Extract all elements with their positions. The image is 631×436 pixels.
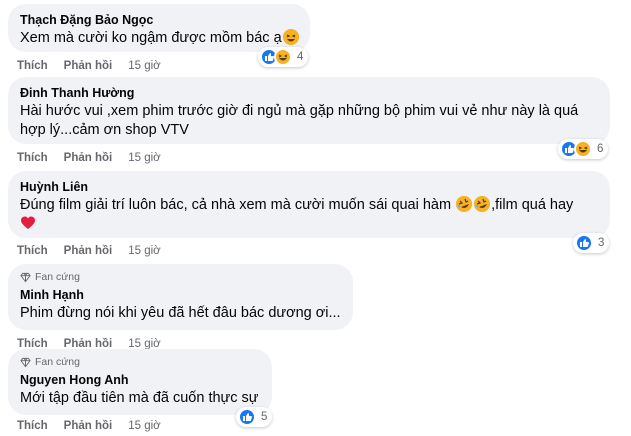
comment-author[interactable]: Thạch Đặng Bảo Ngọc xyxy=(20,12,298,28)
comment-author[interactable]: Huỳnh Liên xyxy=(20,179,598,195)
rolling-laugh-emoji-icon xyxy=(474,196,491,212)
rolling-laugh-emoji-icon xyxy=(456,196,473,212)
comment-author[interactable]: Minh Hạnh xyxy=(20,287,341,303)
comment-bubble: Fan cứng Minh Hạnh Phim đừng nói khi yêu… xyxy=(8,264,353,330)
comment: Fan cứng Minh Hạnh Phim đừng nói khi yêu… xyxy=(8,264,353,330)
comment-timestamp[interactable]: 15 giờ xyxy=(128,152,160,164)
haha-reaction-icon xyxy=(274,48,292,66)
like-reaction-icon xyxy=(575,234,593,252)
comment-actions: Thích Phản hồi 15 giờ xyxy=(17,60,161,72)
reaction-summary[interactable]: 5 xyxy=(236,407,273,427)
comment-text-line: hợp lý...cảm ơn shop VTV xyxy=(20,122,189,138)
haha-reaction-icon xyxy=(574,140,592,158)
comment-author[interactable]: Nguyen Hong Anh xyxy=(20,372,260,388)
like-button[interactable]: Thích xyxy=(17,245,48,257)
fan-badge-label: Fan cứng xyxy=(35,271,80,283)
comment: Fan cứng Nguyen Hong Anh Mới tập đầu tiê… xyxy=(8,349,273,427)
comment-text: Phim đừng nói khi yêu đã hết đâu bác dươ… xyxy=(20,305,341,321)
comment-text-line xyxy=(20,215,598,234)
red-heart-emoji-icon xyxy=(20,215,36,231)
comment-actions: Thích Phản hồi 15 giờ xyxy=(17,245,161,257)
reaction-summary[interactable]: 6 xyxy=(558,139,609,159)
like-button[interactable]: Thích xyxy=(17,420,48,432)
reaction-count: 4 xyxy=(297,51,304,63)
like-button[interactable]: Thích xyxy=(17,60,48,72)
reply-button[interactable]: Phản hồi xyxy=(64,152,113,164)
comment-bubble: Huỳnh Liên Đúng film giải trí luôn bác, … xyxy=(8,171,610,238)
comment: Đinh Thanh Hường Hài hước vui ,xem phim … xyxy=(8,77,610,159)
comment-timestamp[interactable]: 15 giờ xyxy=(128,420,160,432)
comment-author[interactable]: Đinh Thanh Hường xyxy=(20,85,598,101)
comment-timestamp[interactable]: 15 giờ xyxy=(128,245,160,257)
laughing-emoji-icon xyxy=(282,29,299,45)
diamond-icon xyxy=(20,272,31,282)
reply-button[interactable]: Phản hồi xyxy=(64,60,113,72)
reaction-summary[interactable]: 4 xyxy=(258,47,309,67)
reaction-count: 3 xyxy=(598,237,605,249)
comment-text: Mới tập đầu tiên mà đã cuốn thực sự xyxy=(20,390,259,406)
comment: Thạch Đặng Bảo Ngọc Xem mà cười ko ngậm … xyxy=(8,4,310,67)
reaction-count: 5 xyxy=(261,411,268,423)
reply-button[interactable]: Phản hồi xyxy=(64,420,113,432)
comment-timestamp[interactable]: 15 giờ xyxy=(128,60,160,72)
diamond-icon xyxy=(20,357,31,367)
comment-text: Đúng film giải trí luôn bác, cả nhà xem … xyxy=(20,196,574,213)
comment-actions: Thích Phản hồi 15 giờ xyxy=(17,152,161,164)
fan-badge-label: Fan cứng xyxy=(35,356,80,368)
comment-bubble: Thạch Đặng Bảo Ngọc Xem mà cười ko ngậm … xyxy=(8,4,310,52)
comment: Huỳnh Liên Đúng film giải trí luôn bác, … xyxy=(8,171,610,253)
fan-badge[interactable]: Fan cứng xyxy=(20,355,260,369)
fan-badge[interactable]: Fan cứng xyxy=(20,270,341,284)
like-button[interactable]: Thích xyxy=(17,152,48,164)
comment-actions: Thích Phản hồi 15 giờ xyxy=(17,420,161,432)
comment-text-line: Hài hước vui ,xem phim trước giờ đi ngủ … xyxy=(20,103,579,119)
reply-button[interactable]: Phản hồi xyxy=(64,245,113,257)
reaction-count: 6 xyxy=(597,143,604,155)
comment-text: Xem mà cười ko ngậm được mồm bác ạ xyxy=(20,29,299,48)
comment-bubble: Đinh Thanh Hường Hài hước vui ,xem phim … xyxy=(8,77,610,144)
comment-bubble: Fan cứng Nguyen Hong Anh Mới tập đầu tiê… xyxy=(8,349,272,415)
reaction-summary[interactable]: 3 xyxy=(573,233,610,253)
like-reaction-icon xyxy=(238,408,256,426)
